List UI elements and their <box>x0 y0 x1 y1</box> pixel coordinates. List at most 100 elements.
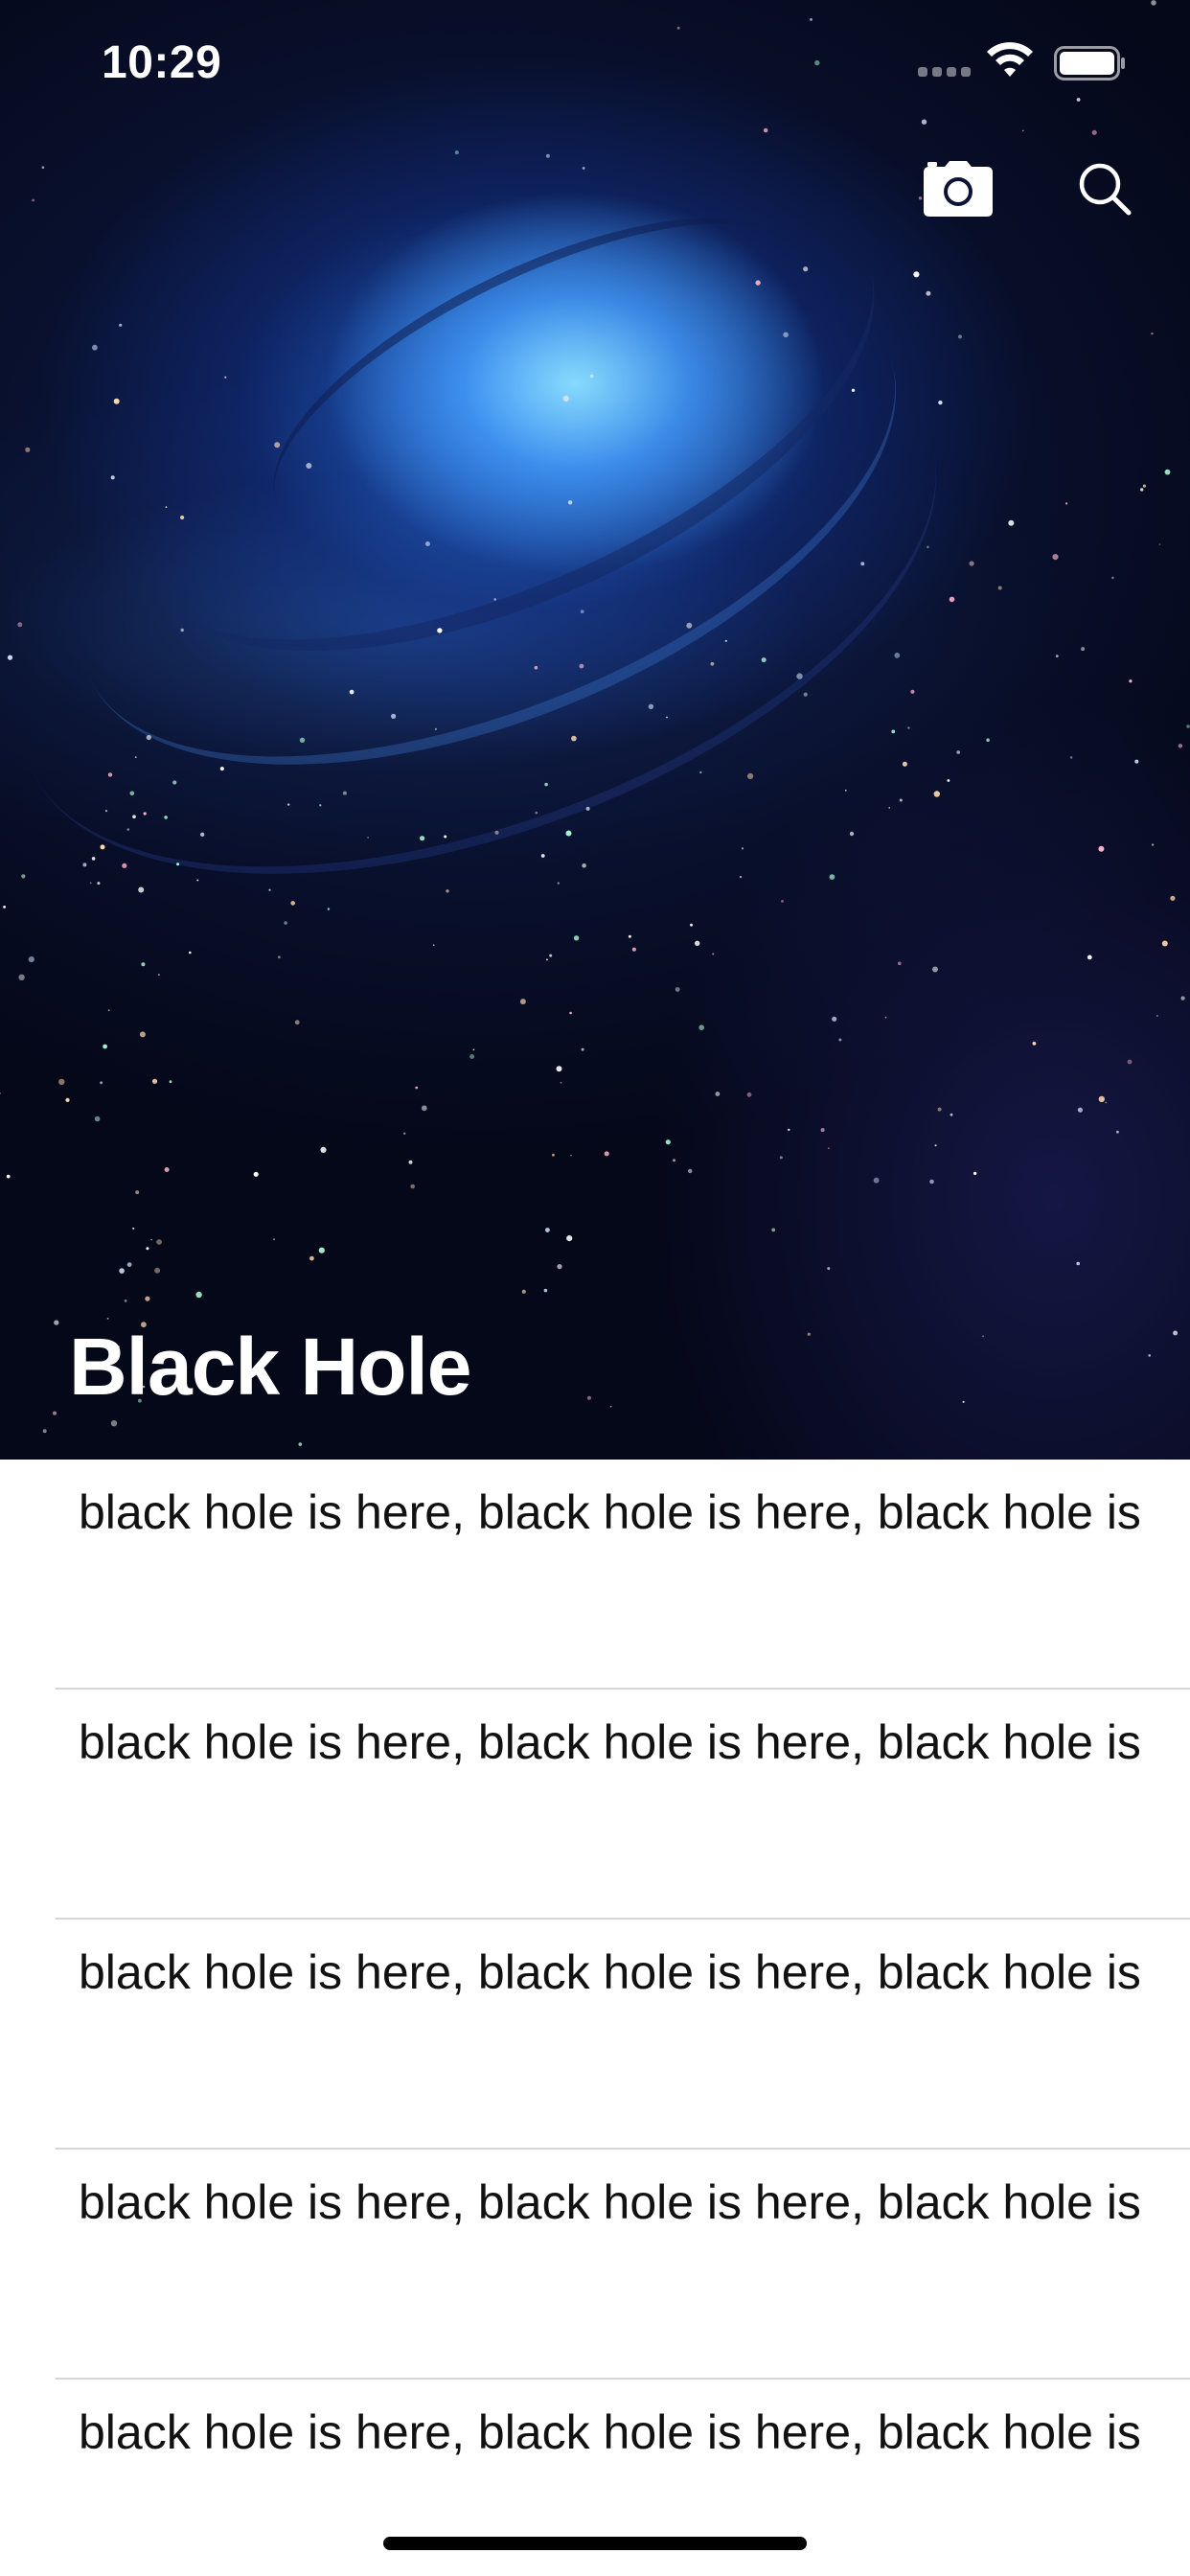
star <box>107 1009 110 1012</box>
star <box>318 1247 325 1254</box>
star <box>807 1332 811 1336</box>
star <box>0 1092 1 1094</box>
star <box>151 1078 158 1084</box>
star <box>585 806 590 811</box>
star <box>519 999 526 1005</box>
star <box>165 506 168 508</box>
star <box>838 1038 842 1042</box>
star <box>493 598 496 601</box>
star <box>1156 1015 1158 1017</box>
star <box>164 816 168 819</box>
star <box>268 888 271 891</box>
star <box>172 780 177 785</box>
star <box>690 923 693 927</box>
star <box>420 836 425 841</box>
star <box>272 1238 276 1241</box>
star <box>224 376 227 379</box>
star <box>562 395 569 402</box>
star <box>1098 845 1105 852</box>
star <box>873 1177 880 1184</box>
star <box>1142 484 1146 488</box>
star <box>299 737 306 743</box>
star <box>132 1227 135 1230</box>
star <box>698 1024 704 1030</box>
star <box>421 1105 427 1112</box>
star <box>1140 488 1144 492</box>
star <box>294 1020 300 1025</box>
star <box>1173 1330 1179 1336</box>
list-item[interactable]: black hole is here, black hole is here, … <box>0 1690 1190 1920</box>
list-item[interactable]: black hole is here, black hole is here, … <box>0 2150 1190 2380</box>
star <box>938 400 943 405</box>
star <box>139 1031 146 1038</box>
star <box>710 661 715 666</box>
star <box>712 953 715 955</box>
star <box>949 596 955 603</box>
star <box>391 713 397 720</box>
star <box>609 1406 612 1408</box>
wifi-icon <box>987 42 1033 77</box>
star <box>284 921 287 925</box>
star <box>1064 502 1068 505</box>
star <box>176 862 180 866</box>
star <box>902 761 907 767</box>
star <box>1077 1107 1083 1113</box>
star <box>146 1247 149 1251</box>
star <box>535 811 538 815</box>
star <box>107 772 113 777</box>
star <box>803 692 808 697</box>
star <box>1129 679 1133 683</box>
star <box>947 779 950 782</box>
star <box>741 847 744 850</box>
star <box>891 729 896 734</box>
star <box>1164 469 1171 475</box>
star <box>146 734 151 741</box>
star <box>933 791 940 797</box>
star <box>1151 332 1154 335</box>
star <box>1161 940 1168 947</box>
star <box>342 791 347 795</box>
star <box>788 1128 790 1132</box>
star <box>150 1238 152 1241</box>
content-list: black hole is here, black hole is here, … <box>0 1460 1190 2576</box>
star <box>306 463 312 469</box>
star <box>557 882 560 885</box>
list-item[interactable]: black hole is here, black hole is here, … <box>0 1920 1190 2150</box>
starfield <box>0 0 1190 1446</box>
star <box>1091 129 1097 135</box>
star <box>145 1296 150 1301</box>
star <box>154 1267 161 1274</box>
star <box>21 874 26 879</box>
star <box>686 622 693 629</box>
list-item[interactable]: black hole is here, black hole is here, … <box>0 1460 1190 1690</box>
star <box>219 767 224 771</box>
star <box>469 1054 475 1059</box>
star <box>18 974 25 980</box>
home-indicator[interactable] <box>383 2537 807 2550</box>
camera-icon[interactable] <box>922 159 995 218</box>
star <box>1022 129 1024 132</box>
star <box>747 772 754 780</box>
star <box>783 332 789 338</box>
star <box>6 1174 11 1179</box>
star <box>1076 1261 1080 1266</box>
page-title: Black Hole <box>69 1322 472 1412</box>
star <box>196 879 199 882</box>
star <box>567 500 573 505</box>
star <box>180 628 184 632</box>
star <box>556 1066 562 1072</box>
star <box>557 1264 562 1270</box>
star <box>779 1156 783 1160</box>
star <box>126 828 130 831</box>
star <box>763 127 768 133</box>
star <box>287 803 290 806</box>
star <box>54 1320 59 1325</box>
star <box>32 198 34 202</box>
search-icon[interactable] <box>1077 161 1133 217</box>
star <box>103 1044 107 1049</box>
star <box>110 1420 118 1427</box>
star <box>571 735 577 742</box>
star <box>7 655 13 660</box>
star <box>934 1144 937 1147</box>
star <box>415 1086 419 1090</box>
